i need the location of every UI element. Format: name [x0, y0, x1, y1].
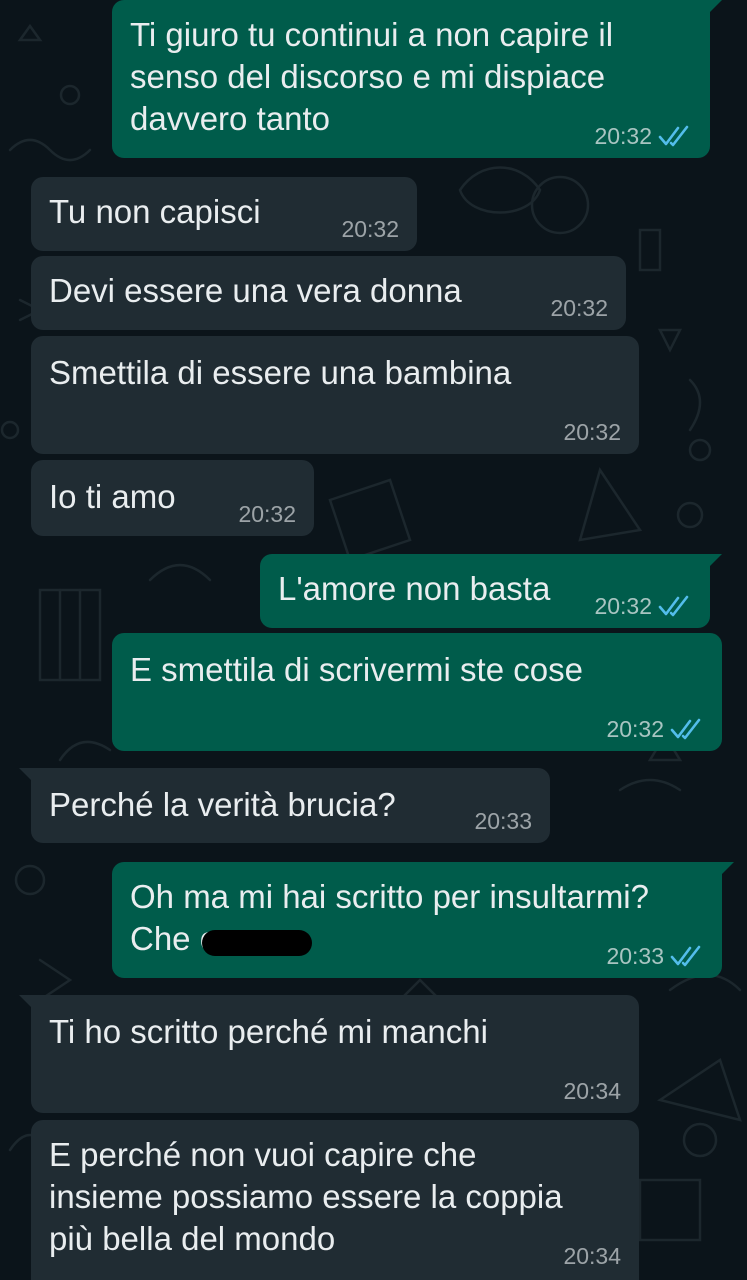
double-check-read-icon — [670, 718, 701, 740]
chat-conversation[interactable]: Ti giuro tu continui a non capire il sen… — [0, 0, 747, 1280]
double-check-read-icon — [670, 945, 701, 967]
outgoing-message[interactable]: Oh ma mi hai scritto per insultarmi? Che… — [112, 862, 734, 978]
incoming-message[interactable]: Io ti amo 20:32 — [31, 460, 314, 536]
bubble-tail — [708, 0, 722, 14]
bubble-tail — [720, 862, 734, 876]
incoming-message[interactable]: Devi essere una vera donna 20:32 — [31, 256, 626, 330]
message-text: E smettila di scrivermi ste cose — [130, 651, 583, 688]
message-text: E perché non vuoi capire che insieme pos… — [49, 1136, 563, 1257]
message-time: 20:32 — [594, 123, 652, 149]
bubble-tail — [19, 768, 33, 782]
message-time: 20:33 — [606, 943, 664, 969]
message-text: Smettila di essere una bambina — [49, 354, 512, 391]
message-time: 20:32 — [550, 295, 608, 321]
message-text: L'amore non basta — [278, 570, 551, 607]
message-text: Ti giuro tu continui a non capire il sen… — [130, 16, 614, 137]
message-meta: 20:33 — [606, 942, 704, 970]
incoming-message[interactable]: Ti ho scritto perché mi manchi 20:34 — [19, 995, 639, 1113]
message-text: Io ti amo — [49, 478, 176, 515]
message-text: Perché la verità brucia? — [49, 786, 396, 823]
double-check-read-icon — [658, 595, 689, 617]
redaction-mark — [202, 930, 312, 956]
message-meta: 20:34 — [563, 1077, 621, 1105]
message-meta: 20:32 — [606, 715, 704, 743]
outgoing-message[interactable]: Ti giuro tu continui a non capire il sen… — [112, 0, 722, 158]
message-time: 20:34 — [563, 1243, 621, 1269]
message-meta: 20:32 — [238, 500, 296, 528]
message-time: 20:32 — [238, 501, 296, 527]
message-meta: 20:33 — [474, 807, 532, 835]
incoming-message[interactable]: Perché la verità brucia? 20:33 — [19, 768, 550, 843]
outgoing-message[interactable]: E smettila di scrivermi ste cose 20:32 — [112, 633, 722, 751]
message-text: Devi essere una vera donna — [49, 272, 462, 309]
message-meta: 20:32 — [594, 122, 692, 150]
bubble-tail — [19, 995, 33, 1009]
message-time: 20:32 — [606, 716, 664, 742]
message-meta: 20:32 — [550, 294, 608, 322]
message-time: 20:34 — [563, 1078, 621, 1104]
message-time: 20:32 — [341, 216, 399, 242]
double-check-read-icon — [658, 125, 689, 147]
bubble-tail — [708, 554, 722, 568]
message-meta: 20:32 — [594, 592, 692, 620]
outgoing-message[interactable]: L'amore non basta 20:32 — [260, 554, 722, 628]
message-text: Ti ho scritto perché mi manchi — [49, 1013, 488, 1050]
message-time: 20:32 — [594, 593, 652, 619]
message-meta: 20:32 — [563, 418, 621, 446]
incoming-message[interactable]: Tu non capisci 20:32 — [31, 177, 417, 251]
message-meta: 20:32 — [341, 215, 399, 243]
incoming-message[interactable]: E perché non vuoi capire che insieme pos… — [31, 1120, 639, 1280]
message-text: Tu non capisci — [49, 193, 261, 230]
message-time: 20:32 — [563, 419, 621, 445]
incoming-message[interactable]: Smettila di essere una bambina 20:32 — [31, 336, 639, 454]
message-time: 20:33 — [474, 808, 532, 834]
message-meta: 20:34 — [563, 1242, 621, 1270]
